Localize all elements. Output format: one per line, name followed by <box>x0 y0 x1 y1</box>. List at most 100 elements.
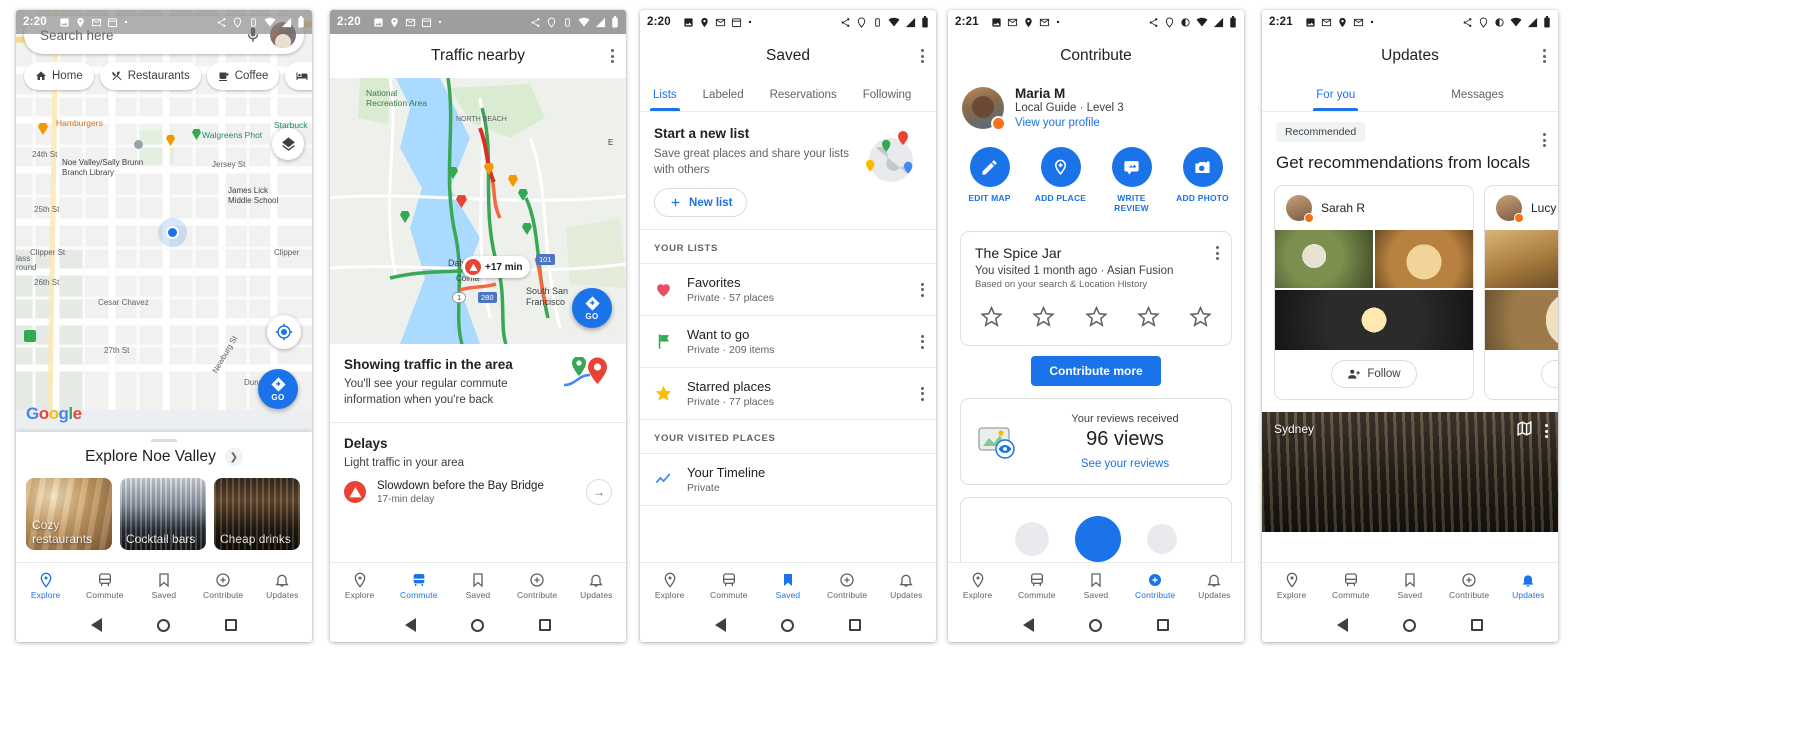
my-location-button[interactable] <box>267 315 301 349</box>
delay-item[interactable]: Slowdown before the Bay Bridge 17-min de… <box>330 475 626 515</box>
chevron-right-icon[interactable]: ❯ <box>224 448 243 466</box>
chip-restaurants[interactable]: Restaurants <box>99 62 201 90</box>
star-outline-icon-1[interactable] <box>979 304 1004 329</box>
reviews-received-card[interactable]: Your reviews received 96 views See your … <box>960 398 1232 485</box>
nav-commute[interactable]: Commute <box>1009 572 1065 600</box>
contribute-content[interactable]: Maria M Local Guide · Level 3 View your … <box>948 78 1244 562</box>
card-overflow-button[interactable] <box>1216 246 1219 260</box>
avatar[interactable] <box>1286 195 1314 223</box>
action-add-place[interactable]: ADD PLACE <box>1030 147 1092 213</box>
recents-button[interactable] <box>538 619 551 631</box>
recommended-overflow-button[interactable] <box>1543 133 1546 147</box>
nav-saved[interactable]: Saved <box>1068 572 1124 600</box>
nav-commute[interactable]: Commute <box>391 572 447 600</box>
home-button[interactable] <box>1088 618 1102 632</box>
explore-card-cheap-drinks[interactable]: Cheap drinks <box>214 478 300 550</box>
list-item-favorites[interactable]: Favorites Private · 57 places <box>640 264 936 315</box>
contribute-more-button[interactable]: Contribute more <box>1031 356 1161 386</box>
list-overflow-button[interactable] <box>921 282 924 297</box>
recents-button[interactable] <box>224 619 237 631</box>
nav-contribute[interactable]: Contribute <box>1127 572 1183 600</box>
nav-contribute[interactable]: Contribute <box>195 572 251 600</box>
tab-labeled[interactable]: Labeled <box>690 78 757 111</box>
star-outline-icon-4[interactable] <box>1136 304 1161 329</box>
tab-following[interactable]: Following <box>850 78 925 111</box>
chip-home[interactable]: Home <box>24 62 94 90</box>
nav-commute[interactable]: Commute <box>77 572 133 600</box>
home-button[interactable] <box>780 618 794 632</box>
updates-content[interactable]: Recommended Get recommendations from loc… <box>1262 112 1558 562</box>
nav-saved[interactable]: Saved <box>450 572 506 600</box>
map-toggle-icon[interactable] <box>1516 420 1533 442</box>
sheet-grabber[interactable] <box>151 439 177 442</box>
user-card-sarah[interactable]: Sarah R Follow <box>1274 185 1474 400</box>
back-button[interactable] <box>1023 618 1035 632</box>
nav-updates[interactable]: Updates <box>254 572 310 600</box>
layers-button[interactable] <box>272 128 304 160</box>
photo-thumb[interactable] <box>1485 290 1558 350</box>
overflow-menu-button[interactable] <box>921 49 924 63</box>
avatar[interactable] <box>962 86 1006 131</box>
nav-updates[interactable]: Updates <box>568 572 624 600</box>
follow-button[interactable]: Follow <box>1331 360 1417 388</box>
list-item-starred-places[interactable]: Starred places Private · 77 places <box>640 368 936 419</box>
explore-card-cozy-restaurants[interactable]: Cozy restaurants <box>26 478 112 550</box>
star-outline-icon-2[interactable] <box>1031 304 1056 329</box>
tab-reservations[interactable]: Reservations <box>757 78 850 111</box>
list-overflow-button[interactable] <box>921 334 924 349</box>
next-card-peek[interactable] <box>960 497 1232 562</box>
map-marker-park[interactable] <box>24 330 36 342</box>
hero-overflow-button[interactable] <box>1545 424 1548 438</box>
photo-thumb[interactable] <box>1485 230 1558 288</box>
follow-button[interactable]: Follow <box>1541 360 1558 388</box>
avatar[interactable] <box>1496 195 1524 223</box>
go-button[interactable]: GO <box>258 369 298 409</box>
go-button[interactable]: GO <box>572 288 612 328</box>
nav-contribute[interactable]: Contribute <box>1441 572 1497 600</box>
photo-thumb[interactable] <box>1375 230 1473 288</box>
new-list-button[interactable]: New list <box>654 188 748 217</box>
nav-explore[interactable]: Explore <box>950 572 1006 600</box>
nav-updates[interactable]: Updates <box>1186 572 1242 600</box>
chip-coffee[interactable]: Coffee <box>206 62 280 90</box>
arrow-right-icon[interactable]: → <box>586 479 612 505</box>
map-canvas-explore[interactable]: Alvarado S Hamburgers Walgreens Phot Sta… <box>16 10 312 432</box>
map-marker-4[interactable] <box>134 140 143 149</box>
saved-content[interactable]: Start a new list Save great places and s… <box>640 112 936 562</box>
photo-thumb[interactable] <box>1275 290 1473 350</box>
home-button[interactable] <box>156 618 170 632</box>
list-item-want-to-go[interactable]: Want to go Private · 209 items <box>640 316 936 367</box>
recents-button[interactable] <box>1470 619 1483 631</box>
profile-row[interactable]: Maria M Local Guide · Level 3 View your … <box>948 78 1244 133</box>
back-button[interactable] <box>405 618 417 632</box>
action-edit-map[interactable]: EDIT MAP <box>959 147 1021 213</box>
action-write-review[interactable]: WRITE REVIEW <box>1101 147 1163 213</box>
nav-saved[interactable]: Saved <box>760 572 816 600</box>
recents-button[interactable] <box>848 619 861 631</box>
see-reviews-link[interactable]: See your reviews <box>1033 458 1217 470</box>
back-button[interactable] <box>91 618 103 632</box>
hero-card-sydney[interactable]: Sydney <box>1262 412 1558 532</box>
photo-thumb[interactable] <box>1275 230 1373 288</box>
tab-lists[interactable]: Lists <box>640 78 690 111</box>
overflow-menu-button[interactable] <box>1543 49 1546 63</box>
home-button[interactable] <box>1402 618 1416 632</box>
nav-contribute[interactable]: Contribute <box>819 572 875 600</box>
user-card-lucy[interactable]: Lucy Follow <box>1484 185 1558 400</box>
explore-card-cocktail-bars[interactable]: Cocktail bars <box>120 478 206 550</box>
nav-contribute[interactable]: Contribute <box>509 572 565 600</box>
back-button[interactable] <box>1337 618 1349 632</box>
nav-saved[interactable]: Saved <box>136 572 192 600</box>
nav-explore[interactable]: Explore <box>18 572 74 600</box>
tab-visited[interactable]: V <box>924 78 936 111</box>
view-profile-link[interactable]: View your profile <box>1015 117 1230 129</box>
map-canvas-commute[interactable]: National Recreation Area NORTH BEACH Dal… <box>330 78 626 344</box>
review-prompt-card[interactable]: The Spice Jar You visited 1 month ago · … <box>960 231 1232 346</box>
chip-hotels[interactable]: Hotels <box>285 62 312 90</box>
list-item-your-timeline[interactable]: Your Timeline Private <box>640 454 936 505</box>
star-outline-icon-5[interactable] <box>1188 304 1213 329</box>
home-button[interactable] <box>470 618 484 632</box>
nav-explore[interactable]: Explore <box>642 572 698 600</box>
nav-explore[interactable]: Explore <box>1264 572 1320 600</box>
nav-explore[interactable]: Explore <box>332 572 388 600</box>
